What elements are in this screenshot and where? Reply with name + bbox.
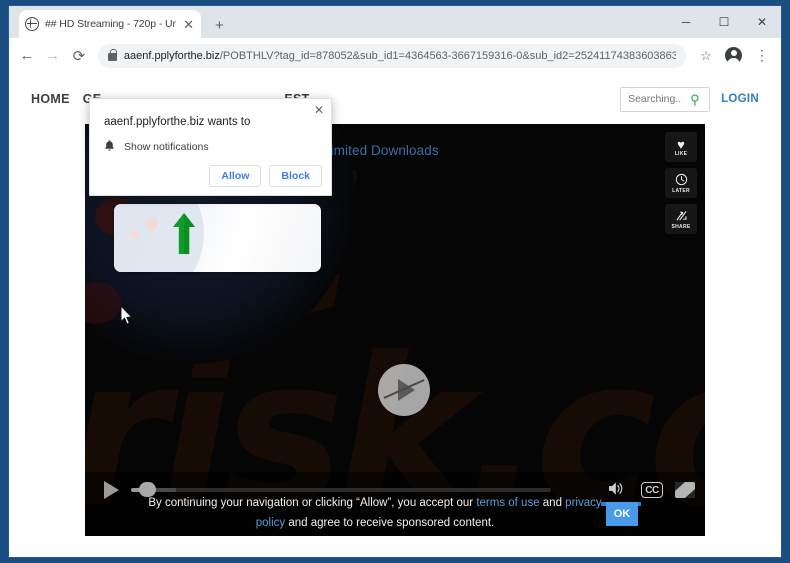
- address-bar[interactable]: aaenf.pplyforthe.biz/POBTHLV?tag_id=8780…: [97, 43, 686, 68]
- clock-icon: [675, 173, 688, 188]
- player-control-bar: CC By continuing your navigation or clic…: [85, 472, 705, 536]
- green-up-arrow-icon: [172, 212, 196, 255]
- closed-captions-icon[interactable]: CC: [641, 482, 663, 498]
- share-label: SHARE: [671, 223, 691, 230]
- nav-item-home[interactable]: HOME: [31, 92, 70, 106]
- consent-part3: and agree to receive sponsored content.: [285, 516, 495, 529]
- window-controls: ─ ☐ ✕: [667, 6, 781, 37]
- globe-icon: [25, 17, 39, 31]
- profile-avatar[interactable]: [721, 43, 747, 69]
- mouse-cursor: [120, 304, 133, 325]
- forward-icon[interactable]: →: [41, 43, 65, 69]
- close-icon[interactable]: ✕: [314, 103, 324, 117]
- reload-icon[interactable]: ⟳: [67, 43, 91, 69]
- side-action-buttons: ♥ LIKE LATER SHARE: [665, 132, 697, 234]
- maximize-button[interactable]: ☐: [705, 6, 743, 37]
- nav-right-group: ⚲ LOGIN: [620, 86, 759, 112]
- back-icon[interactable]: ←: [15, 43, 39, 69]
- permission-buttons: Allow Block: [209, 165, 322, 187]
- lock-icon: [107, 48, 117, 61]
- later-label: LATER: [672, 187, 690, 194]
- login-link[interactable]: LOGIN: [721, 93, 759, 105]
- url-host: aaenf.pplyforthe.biz: [123, 49, 220, 62]
- search-input[interactable]: [628, 93, 687, 105]
- seek-bar[interactable]: [131, 488, 551, 492]
- search-icon[interactable]: ⚲: [690, 93, 700, 106]
- allow-button[interactable]: Allow: [209, 165, 262, 187]
- minimize-button[interactable]: ─: [667, 6, 705, 37]
- new-tab-button[interactable]: +: [215, 18, 224, 33]
- share-icon: [675, 209, 688, 224]
- permission-option-label: Show notifications: [124, 141, 209, 153]
- permission-option-row: Show notifications: [104, 139, 209, 155]
- notification-permission-dialog: ✕ aaenf.pplyforthe.biz wants to Show not…: [89, 98, 332, 196]
- decor-dot: [146, 218, 158, 230]
- browser-window: ## HD Streaming - 720p - Unlimi ✕ + ─ ☐ …: [8, 5, 782, 558]
- play-icon[interactable]: [104, 481, 119, 499]
- close-icon[interactable]: ✕: [182, 18, 195, 31]
- browser-toolbar: ← → ⟳ aaenf.pplyforthe.biz/POBTHLV?tag_i…: [9, 38, 781, 74]
- tab-title: ## HD Streaming - 720p - Unlimi: [45, 18, 177, 30]
- block-button[interactable]: Block: [269, 165, 322, 187]
- share-button[interactable]: SHARE: [665, 204, 697, 234]
- menu-icon[interactable]: ⋮: [749, 43, 775, 69]
- url-path: /POBTHLV?tag_id=878052&sub_id1=4364563-3…: [219, 49, 676, 62]
- terms-of-use-link[interactable]: terms of use: [476, 497, 539, 509]
- consent-part2: and: [539, 497, 566, 509]
- close-window-button[interactable]: ✕: [743, 6, 781, 37]
- tab-strip: ## HD Streaming - 720p - Unlimi ✕ + ─ ☐ …: [9, 6, 781, 38]
- ok-button[interactable]: OK: [606, 502, 638, 526]
- page-viewport: HOME GE EST ⚲ LOGIN PC risk.com HD: [9, 74, 781, 557]
- center-play-button[interactable]: [378, 364, 430, 416]
- promo-overlay-box[interactable]: [114, 204, 321, 272]
- like-label: LIKE: [674, 150, 688, 157]
- consent-part1: By continuing your navigation or clickin…: [148, 497, 477, 509]
- consent-message: By continuing your navigation or clickin…: [135, 494, 615, 534]
- search-box[interactable]: ⚲: [620, 86, 711, 112]
- avatar: [725, 47, 743, 66]
- url-text: aaenf.pplyforthe.biz/POBTHLV?tag_id=8780…: [124, 50, 676, 62]
- bell-icon: [104, 139, 115, 155]
- heart-icon: ♥: [677, 136, 685, 152]
- browser-tab[interactable]: ## HD Streaming - 720p - Unlimi ✕: [19, 10, 201, 38]
- bookmark-star-icon[interactable]: ☆: [693, 43, 719, 69]
- like-button[interactable]: ♥ LIKE: [665, 132, 697, 162]
- later-button[interactable]: LATER: [665, 168, 697, 198]
- decor-dot: [131, 230, 139, 238]
- fullscreen-icon[interactable]: [675, 482, 695, 498]
- permission-dialog-title: aaenf.pplyforthe.biz wants to: [104, 116, 251, 128]
- play-icon: [398, 379, 415, 401]
